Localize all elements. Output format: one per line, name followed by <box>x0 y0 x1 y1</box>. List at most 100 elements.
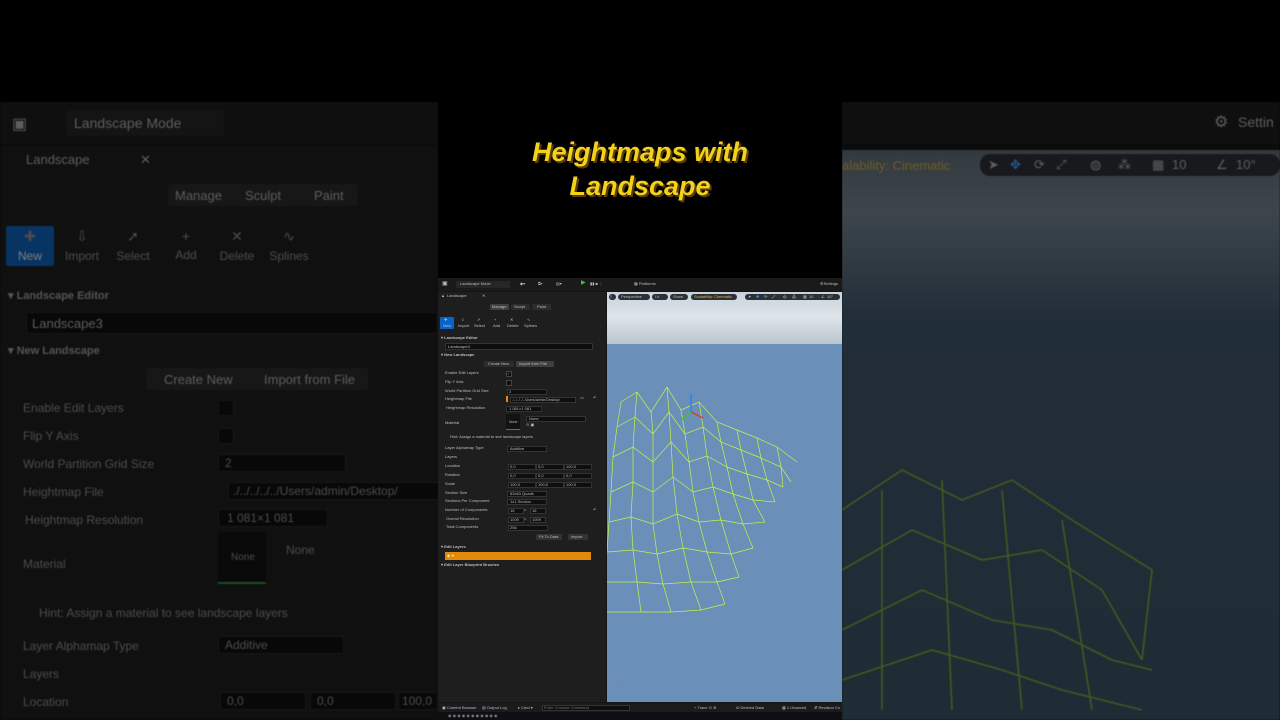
reset-icon[interactable]: ↶ <box>593 507 596 513</box>
alphamap-dropdown[interactable]: Additive <box>507 446 547 452</box>
trace-button[interactable]: ⌁ Trace ⊙ ⊚ <box>694 705 716 711</box>
tab-paint[interactable]: Paint <box>314 188 344 203</box>
grid-size-field[interactable]: 2 <box>507 389 547 395</box>
select-cursor-icon[interactable]: ➤ <box>988 157 999 173</box>
viewport-menu-button[interactable]: ≡ <box>609 294 616 300</box>
scale-z-field[interactable]: 100,0 <box>564 482 592 488</box>
rotate-icon[interactable]: ⟳ <box>1034 157 1045 173</box>
tool-splines-button[interactable]: ∿ Splines <box>265 226 313 266</box>
enable-edit-layers-checkbox[interactable] <box>218 400 234 416</box>
globe-icon[interactable]: ◍ <box>783 294 787 300</box>
material-thumbnail[interactable]: None <box>506 414 520 430</box>
scalability-button[interactable]: Scalability: Cinematic <box>691 294 737 300</box>
tab-sculpt[interactable]: Sculpt <box>511 304 530 310</box>
taskbar-app-icons[interactable]: ◉ ◉ ◉ ◉ ◉ ◉ ◉ ◉ ◉ ◉ ◉ <box>448 713 498 719</box>
close-icon[interactable]: ✕ <box>482 293 485 299</box>
tool-select-button[interactable]: ➚ Select <box>109 226 157 266</box>
perspective-button[interactable]: Perspective <box>618 294 650 300</box>
tab-manage[interactable]: Manage <box>490 304 509 310</box>
angle-snap-icon[interactable]: ∠ <box>1216 157 1228 173</box>
flip-y-checkbox[interactable] <box>218 428 234 444</box>
grid-snap-icon[interactable]: ▦ <box>1152 157 1164 173</box>
console-input[interactable]: Enter Console Command <box>542 705 630 711</box>
rotation-z-field[interactable]: 0,0 <box>564 473 592 479</box>
layer-visibility-icon[interactable]: ◈ ✦ <box>447 553 455 559</box>
angle-snap-icon[interactable]: ∠ <box>821 294 825 300</box>
scale-x-field[interactable]: 100,0 <box>508 482 536 488</box>
create-new-button[interactable]: Create New <box>164 372 233 387</box>
location-y-field[interactable]: 0,0 <box>536 464 564 470</box>
num-components-y-field[interactable]: 16 <box>530 508 546 514</box>
settings-menu[interactable]: ⚙Settings <box>820 281 838 287</box>
landscape-name-field[interactable]: Landscape3 <box>445 343 593 350</box>
tab-sculpt[interactable]: Sculpt <box>245 188 281 203</box>
grid-snap-icon[interactable]: ▦ <box>803 294 807 300</box>
cinematics-icon[interactable]: ▤▾ <box>556 281 562 287</box>
tool-import-button[interactable]: ⇩ Import <box>457 317 471 329</box>
scale-y-field[interactable]: 100,0 <box>536 482 564 488</box>
cmd-dropdown[interactable]: ▸ Cmd ▾ <box>518 705 533 711</box>
material-dropdown[interactable]: None <box>526 416 586 422</box>
move-icon[interactable]: ✥ <box>1010 157 1021 173</box>
location-x-field[interactable]: 0,0 <box>508 464 536 470</box>
blueprint-icon[interactable]: ⧉▾ <box>538 281 543 287</box>
tool-delete-button[interactable]: ✕ Delete <box>213 226 261 266</box>
rotation-y-field[interactable]: 0,0 <box>536 473 564 479</box>
scale-icon[interactable]: ⤢ <box>772 294 775 300</box>
heightmap-resolution-dropdown[interactable]: 1 081×1 081 <box>218 509 328 527</box>
edit-layer-row[interactable]: ◈ ✦ <box>445 552 591 560</box>
content-browser-button[interactable]: ▣ Content Browser <box>442 705 477 711</box>
grid-size-field[interactable]: 2 <box>218 454 346 472</box>
tab-paint[interactable]: Paint <box>532 304 551 310</box>
snap-icon[interactable]: ⁂ <box>792 294 796 300</box>
level-viewport[interactable]: ≡ Perspective Lit Show Scalability: Cine… <box>607 292 842 702</box>
tool-add-button[interactable]: + Add <box>162 226 210 266</box>
scale-icon[interactable]: ⤢ <box>1056 157 1066 173</box>
tool-new-button[interactable]: ✚ New <box>6 226 54 266</box>
rotate-icon[interactable]: ⟳ <box>764 294 767 300</box>
play-controls[interactable]: ▮▮ ■ ⋮ <box>590 281 603 287</box>
material-use-icon[interactable]: ⊙ ▣ <box>526 422 534 428</box>
unsaved-button[interactable]: ▦ 1 Unsaved <box>782 705 806 711</box>
derived-data-button[interactable]: ⛁ Derived Data <box>736 705 764 711</box>
tool-splines-button[interactable]: ∿ Splines <box>523 317 537 329</box>
import-button[interactable]: Import <box>568 534 588 540</box>
heightmap-file-field[interactable]: ./../../../../Users/admin/Desktop/ <box>510 397 576 403</box>
location-z-field[interactable]: 100,0 <box>398 692 438 710</box>
import-from-file-button[interactable]: Import from File <box>516 361 554 367</box>
browse-icon[interactable]: ▭ <box>580 395 584 401</box>
move-icon[interactable]: ✥ <box>756 294 759 300</box>
overall-resolution-y-field[interactable]: 1009 <box>530 517 546 523</box>
add-actor-icon[interactable]: ◆▾ <box>520 281 525 287</box>
select-cursor-icon[interactable]: ➤ <box>748 294 751 300</box>
mode-dropdown[interactable]: Landscape Mode <box>66 110 224 136</box>
sections-per-component-dropdown[interactable]: 1x1 Section <box>507 499 547 505</box>
alphamap-dropdown[interactable]: Additive <box>218 636 344 654</box>
snap-icon[interactable]: ⁂ <box>1118 157 1131 173</box>
rotation-x-field[interactable]: 0,0 <box>508 473 536 479</box>
revision-control-button[interactable]: ⇵ Revision Co <box>814 705 840 711</box>
heightmap-file-field[interactable]: ./../../../../Users/admin/Desktop/ <box>228 482 440 500</box>
enable-edit-layers-checkbox[interactable]: ✓ <box>506 371 512 377</box>
tool-delete-button[interactable]: ✕ Delete <box>506 317 520 329</box>
save-icon[interactable]: ▣ <box>442 281 448 287</box>
tool-select-button[interactable]: ➚ Select <box>473 317 487 329</box>
tab-manage[interactable]: Manage <box>175 188 222 203</box>
tool-add-button[interactable]: + Add <box>490 317 504 329</box>
heightmap-resolution-dropdown[interactable]: 1 081×1 081 <box>506 406 542 412</box>
location-z-field[interactable]: 100,0 <box>564 464 592 470</box>
num-components-x-field[interactable]: 16 <box>508 508 524 514</box>
create-new-button[interactable]: Create New <box>484 361 514 367</box>
location-y-field[interactable]: 0,0 <box>310 692 396 710</box>
play-icon[interactable]: ▶ <box>581 280 586 286</box>
tool-import-button[interactable]: ⇩ Import <box>58 226 106 266</box>
show-button[interactable]: Show <box>670 294 688 300</box>
platforms-menu[interactable]: ▦ Platforms <box>634 281 656 287</box>
flip-y-checkbox[interactable] <box>506 380 512 386</box>
material-thumbnail[interactable]: None <box>218 532 266 584</box>
output-log-button[interactable]: ▤ Output Log <box>482 705 507 711</box>
tool-new-button[interactable]: ✚ New <box>440 317 454 329</box>
reset-icon[interactable]: ↶ <box>593 395 596 401</box>
section-size-dropdown[interactable]: 63x63 Quads <box>507 491 547 497</box>
mode-dropdown[interactable]: Landscape Mode <box>456 281 510 288</box>
